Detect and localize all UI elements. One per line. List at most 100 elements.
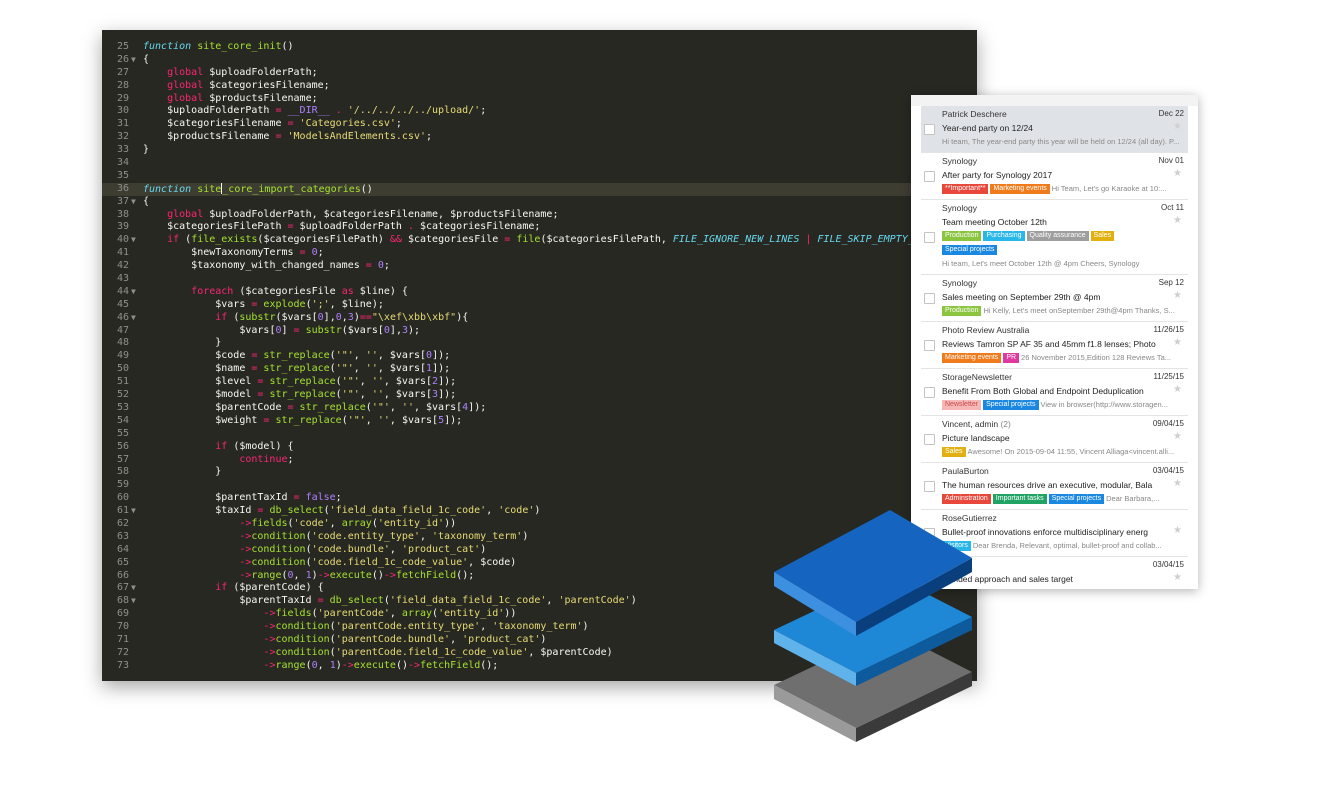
code-line[interactable]: 51 $level = str_replace('"', '', $vars[2… bbox=[102, 376, 977, 389]
code-line[interactable]: 42 $taxonomy_with_changed_names = 0; bbox=[102, 260, 977, 273]
code-line[interactable]: 34 bbox=[102, 157, 977, 170]
mail-label-tag[interactable]: Purchasing bbox=[983, 230, 1025, 241]
mail-select-checkbox[interactable] bbox=[924, 124, 935, 135]
mail-label-tag[interactable]: Special projects bbox=[1048, 493, 1105, 504]
star-icon[interactable]: ★ bbox=[1173, 121, 1182, 132]
star-icon[interactable]: ★ bbox=[1173, 572, 1182, 583]
mail-select-checkbox[interactable] bbox=[924, 387, 935, 398]
code-line[interactable]: 29 global $productsFilename; bbox=[102, 93, 977, 106]
mail-label-tag[interactable]: Production bbox=[942, 230, 982, 241]
mail-select-checkbox[interactable] bbox=[924, 434, 935, 445]
fold-arrow-icon[interactable]: ▼ bbox=[131, 286, 141, 299]
code-line[interactable]: 40 ▼ if (file_exists($categoriesFilePath)… bbox=[102, 234, 977, 247]
fold-arrow-icon[interactable]: ▼ bbox=[131, 54, 141, 67]
mail-sender: Photo Review Australia bbox=[942, 325, 1029, 335]
mail-label-tag[interactable]: Sales bbox=[942, 446, 966, 457]
mail-select-checkbox[interactable] bbox=[924, 293, 935, 304]
mail-list-item[interactable]: Vincent, admin (2) 09/04/15 Picture landsc… bbox=[921, 416, 1188, 463]
code-token: , bbox=[480, 621, 493, 633]
mail-select-checkbox[interactable] bbox=[924, 171, 935, 182]
code-line[interactable]: 38 global $uploadFolderPath, $categories… bbox=[102, 209, 977, 222]
fold-arrow-icon[interactable]: ▼ bbox=[131, 312, 141, 325]
mail-label-tag[interactable]: Special projects bbox=[942, 244, 998, 255]
code-line[interactable]: 27 global $uploadFolderPath; bbox=[102, 67, 977, 80]
star-icon[interactable]: ★ bbox=[1173, 431, 1182, 442]
mail-label-tag[interactable]: Newsletter bbox=[942, 399, 982, 410]
star-icon[interactable]: ★ bbox=[1173, 384, 1182, 395]
mail-list-item[interactable]: Photo Review Australia 11/26/15 Reviews Ta… bbox=[921, 322, 1188, 369]
code-line[interactable]: 43 bbox=[102, 273, 977, 286]
code-line[interactable]: 59 bbox=[102, 479, 977, 492]
code-line[interactable]: 54 $weight = str_replace('"', '', $vars[… bbox=[102, 415, 977, 428]
code-line[interactable]: 41 $newTaxonomyTerms = 0; bbox=[102, 247, 977, 260]
mail-select-checkbox[interactable] bbox=[924, 340, 935, 351]
code-line[interactable]: 49 $code = str_replace('"', '', $vars[0]… bbox=[102, 350, 977, 363]
code-token: 'parentCode.bundle' bbox=[335, 633, 451, 645]
mail-list-item[interactable]: Synology Oct 11 Team meeting October 12th ★… bbox=[921, 200, 1188, 275]
star-icon[interactable]: ★ bbox=[1173, 215, 1182, 226]
mail-list-item[interactable]: Synology Sep 12 Sales meeting on September… bbox=[921, 275, 1188, 322]
code-line[interactable]: 32 $productsFilename = 'ModelsAndElement… bbox=[102, 131, 977, 144]
code-line[interactable]: 39 $categoriesFilePath = $uploadFolderPa… bbox=[102, 221, 977, 234]
code-line[interactable]: 45 $vars = explode(';', $line); bbox=[102, 299, 977, 312]
mail-label-tag[interactable]: Marketing events bbox=[942, 352, 1002, 363]
star-icon[interactable]: ★ bbox=[1173, 168, 1182, 179]
code-line[interactable]: 48 } bbox=[102, 337, 977, 350]
mail-label-tag[interactable]: Sales bbox=[1090, 230, 1115, 241]
star-icon[interactable]: ★ bbox=[1173, 478, 1182, 489]
code-line[interactable]: 58 } bbox=[102, 466, 977, 479]
mail-preview: Hi Kelly, Let's meet onSeptember 29th@4p… bbox=[983, 306, 1175, 315]
code-line[interactable]: 44 ▼ foreach ($categoriesFile as $line) { bbox=[102, 286, 977, 299]
code-line[interactable]: 46 ▼ if (substr($vars[0],0,3)=="\xef\xbb\… bbox=[102, 312, 977, 325]
mail-sender: Synology bbox=[942, 278, 977, 288]
line-number: 35 bbox=[116, 169, 129, 181]
code-line[interactable]: 53 $parentCode = str_replace('"', '', $v… bbox=[102, 402, 977, 415]
fold-arrow-icon[interactable]: ▼ bbox=[131, 595, 141, 608]
star-icon[interactable]: ★ bbox=[1173, 290, 1182, 301]
fold-arrow-icon[interactable]: ▼ bbox=[131, 196, 141, 209]
code-token: $newTaxonomyTerms bbox=[191, 247, 294, 259]
code-line[interactable]: 31 $categoriesFilename = 'Categories.csv… bbox=[102, 118, 977, 131]
code-line[interactable]: 25 function site_core_init() bbox=[102, 41, 977, 54]
mail-list-item[interactable]: Synology Nov 01 After party for Synology 2… bbox=[921, 153, 1188, 200]
mail-label-tag[interactable]: **Important** bbox=[942, 183, 989, 194]
code-line[interactable]: 26 ▼{ bbox=[102, 54, 977, 67]
code-token: str_replace bbox=[263, 350, 330, 362]
mail-label-tag[interactable]: Marketing events bbox=[990, 183, 1050, 194]
code-line[interactable]: 47 $vars[0] = substr($vars[0],3); bbox=[102, 325, 977, 338]
code-line[interactable]: 37 ▼{ bbox=[102, 196, 977, 209]
code-line[interactable]: 52 $model = str_replace('"', '', $vars[3… bbox=[102, 389, 977, 402]
mail-label-tag[interactable]: Important tasks bbox=[992, 493, 1047, 504]
mail-label-tag[interactable]: Quality assurance bbox=[1026, 230, 1089, 241]
code-line[interactable]: 56 if ($model) { bbox=[102, 441, 977, 454]
line-number: 25 bbox=[116, 41, 129, 52]
code-line[interactable]: 50 $name = str_replace('"', '', $vars[1]… bbox=[102, 363, 977, 376]
fold-arrow-icon[interactable]: ▼ bbox=[131, 234, 141, 247]
code-line[interactable]: 33} bbox=[102, 144, 977, 157]
fold-arrow-icon[interactable]: ▼ bbox=[131, 582, 141, 595]
mail-select-checkbox[interactable] bbox=[924, 232, 935, 243]
mail-label-tag[interactable]: Production bbox=[942, 305, 982, 316]
code-line[interactable]: 57 continue; bbox=[102, 454, 977, 467]
code-token: explode bbox=[263, 298, 306, 310]
code-token: '"' bbox=[347, 414, 366, 426]
code-line[interactable]: 36 function site_core_import_categories() bbox=[102, 182, 977, 196]
code-line[interactable]: 35 bbox=[102, 170, 977, 183]
code-token: -> bbox=[263, 633, 276, 645]
code-line[interactable]: 30 $uploadFolderPath = __DIR__ . '/../..… bbox=[102, 105, 977, 118]
fold-arrow-icon[interactable]: ▼ bbox=[131, 505, 141, 518]
code-line[interactable]: 28 global $categoriesFilename; bbox=[102, 80, 977, 93]
code-token: (); bbox=[480, 659, 499, 671]
mail-label-tag[interactable]: Special projects bbox=[983, 399, 1039, 410]
mail-label-tag[interactable]: PR bbox=[1003, 352, 1020, 363]
code-line[interactable]: 55 bbox=[102, 428, 977, 441]
code-token: '"' bbox=[371, 401, 390, 413]
mail-list-item[interactable]: Patrick Deschere Dec 22 Year-end party on … bbox=[921, 106, 1188, 153]
mail-select-checkbox[interactable] bbox=[924, 481, 935, 492]
star-icon[interactable]: ★ bbox=[1173, 525, 1182, 536]
mail-list-item[interactable]: StorageNewsletter 11/25/15 Benefit From Bo… bbox=[921, 369, 1188, 416]
code-token: -> bbox=[263, 659, 276, 671]
code-token: '' bbox=[365, 350, 378, 362]
star-icon[interactable]: ★ bbox=[1173, 337, 1182, 348]
